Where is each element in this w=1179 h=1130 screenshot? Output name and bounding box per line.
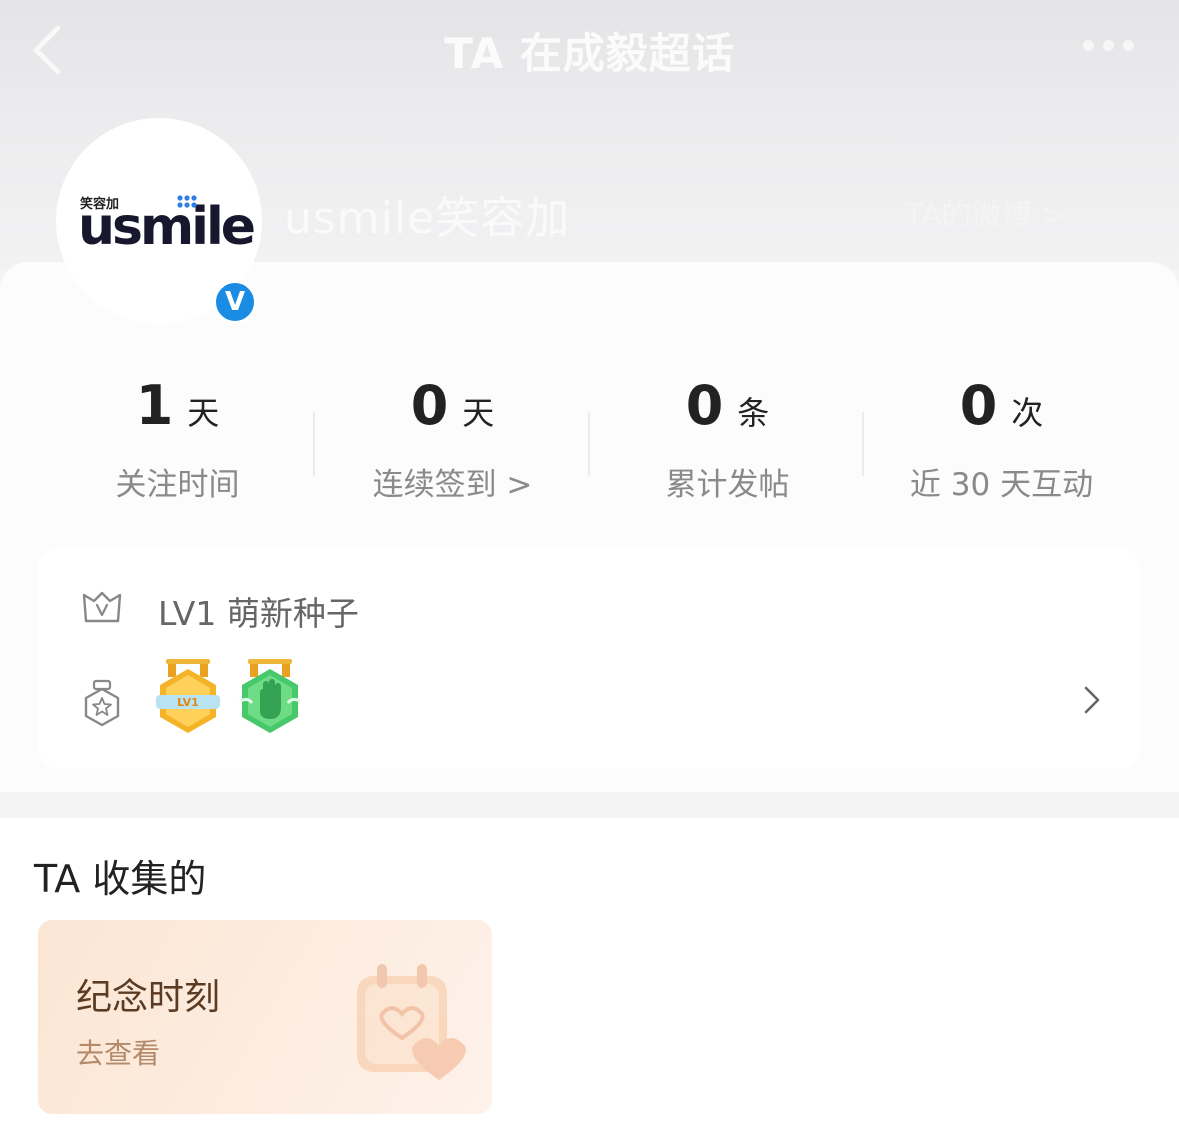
stat-label: 累计发帖	[665, 467, 790, 503]
collect-section: TA 收集的 纪念时刻 去查看	[0, 818, 1179, 1130]
card-title: 纪念时刻	[76, 977, 221, 1018]
chevron-right-icon[interactable]	[1082, 685, 1102, 715]
avatar-brand-logo: usmile	[78, 197, 256, 257]
stat-checkin[interactable]: 0天 连续签到 >	[315, 374, 590, 504]
weibo-profile-link[interactable]: TA的微博 >	[905, 190, 1066, 234]
stat-follow-time: 1天 关注时间	[40, 374, 315, 504]
medal-icon	[84, 679, 120, 727]
badge-lv1-icon[interactable]: LV1	[156, 659, 220, 739]
stat-value: 0	[685, 374, 724, 437]
stat-value: 1	[135, 374, 174, 437]
stat-value: 0	[959, 374, 998, 437]
page-title: TA 在成毅超话	[444, 29, 735, 78]
info-card: 1天 关注时间 0天 连续签到 > 0条 累计发帖 0次 近 30 天互动 LV…	[0, 262, 1179, 792]
section-title: TA 收集的	[34, 857, 207, 901]
logo-dots-icon	[177, 195, 197, 208]
calendar-heart-icon	[357, 964, 466, 1080]
level-label: LV1 萌新种子	[158, 594, 359, 633]
stat-label: 连续签到 >	[372, 467, 533, 503]
stat-label: 关注时间	[115, 467, 240, 503]
stat-interactions: 0次 近 30 天互动	[864, 374, 1139, 504]
stat-unit: 天	[187, 394, 220, 432]
stat-unit: 次	[1011, 394, 1044, 432]
card-link[interactable]: 去查看	[76, 1032, 160, 1072]
more-dots-icon[interactable]	[1083, 36, 1143, 56]
svg-text:LV1: LV1	[177, 696, 199, 709]
badge-wave-hand-icon[interactable]	[238, 659, 302, 739]
stat-posts: 0条 累计发帖	[590, 374, 865, 504]
stat-value: 0	[410, 374, 449, 437]
level-badges-panel[interactable]: LV1 萌新种子 LV1	[38, 547, 1140, 769]
verified-icon: V	[213, 280, 257, 324]
stat-unit: 条	[737, 394, 770, 432]
crown-icon	[82, 591, 122, 623]
stat-label: 近 30 天互动	[909, 467, 1094, 503]
username[interactable]: usmile笑容加	[284, 182, 570, 246]
memorial-moment-card[interactable]: 纪念时刻 去查看	[38, 920, 492, 1114]
stat-unit: 天	[462, 394, 495, 432]
